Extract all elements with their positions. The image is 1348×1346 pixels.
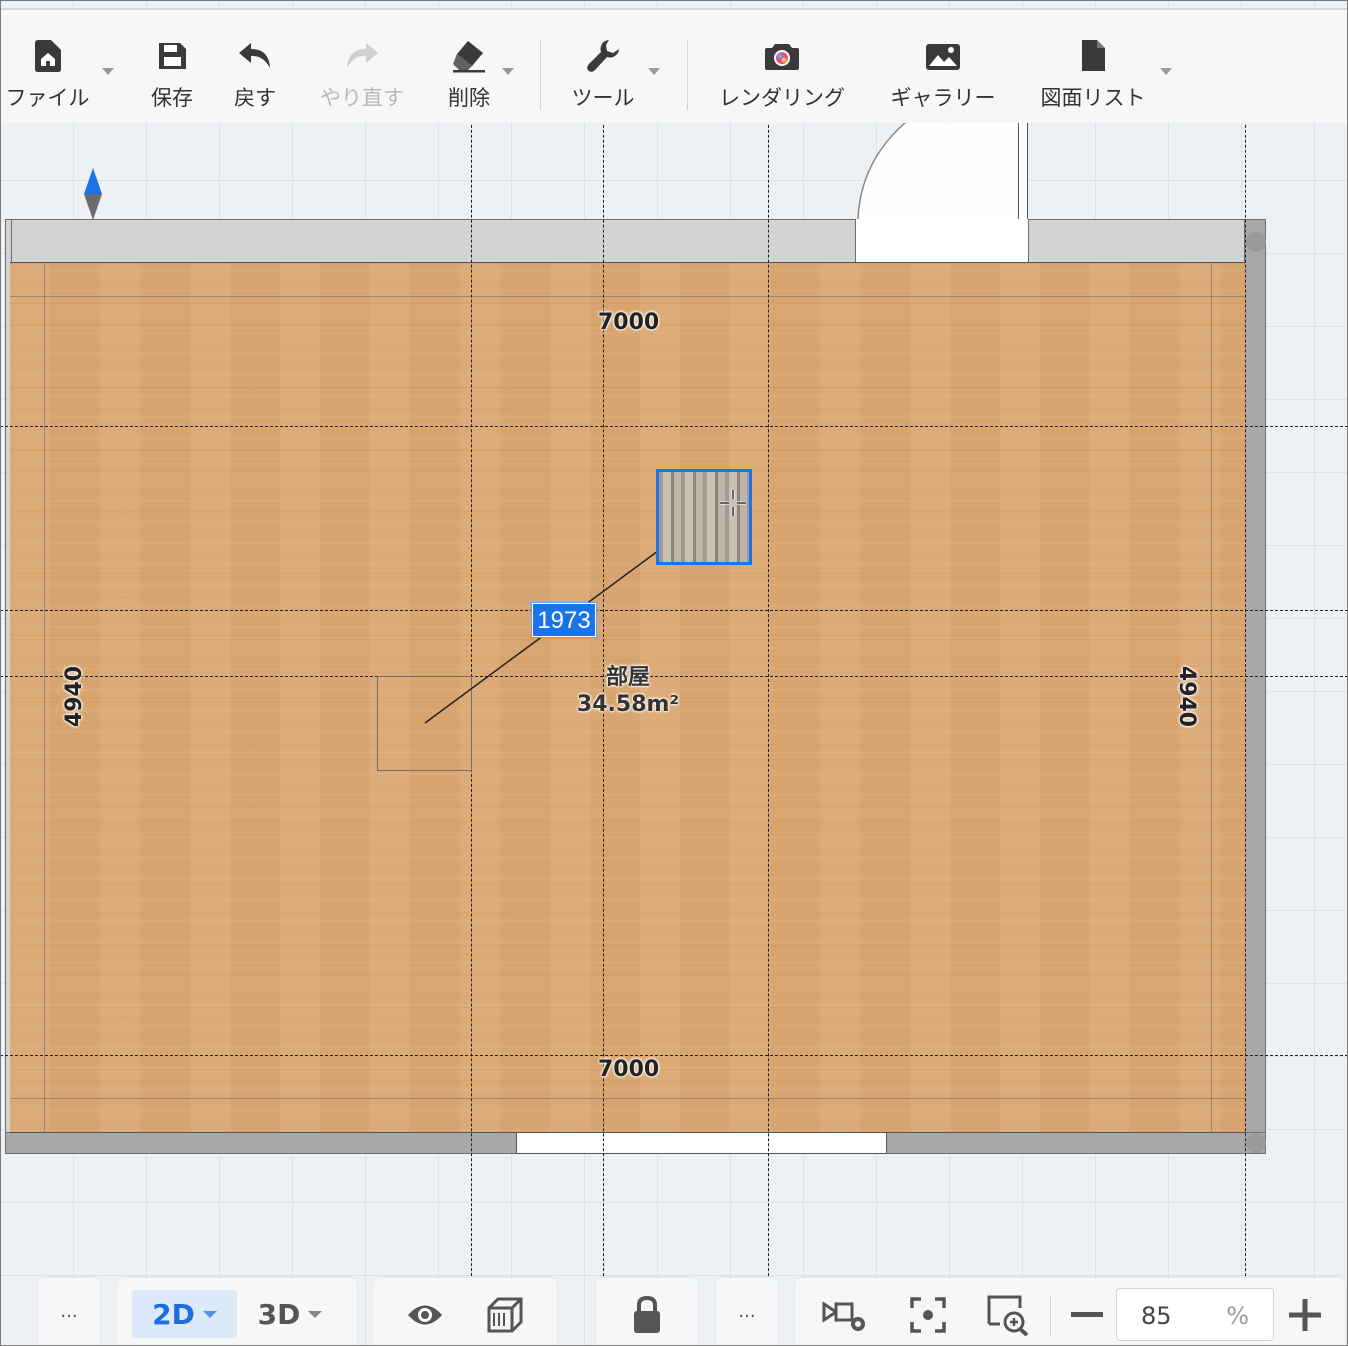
file-caret-icon[interactable] xyxy=(102,68,114,75)
more-options-button-2[interactable]: ··· xyxy=(716,1296,778,1336)
focus-button[interactable] xyxy=(903,1292,953,1338)
gallery-label: ギャラリー xyxy=(890,86,996,110)
delete-label: 削除 xyxy=(448,86,490,110)
file-label: ファイル xyxy=(5,86,90,110)
eraser-icon xyxy=(451,36,487,76)
main-toolbar: ファイル 保存 戻す やり直す 削除 ツール レンダリング ギャラリー 図面リス… xyxy=(0,10,1348,123)
tools-menu-button[interactable]: ツール xyxy=(562,10,644,123)
camera-settings-icon xyxy=(822,1301,865,1331)
drawing-list-label: 図面リスト xyxy=(1040,86,1146,110)
top-divider xyxy=(0,8,1348,10)
undo-label: 戻す xyxy=(234,86,276,110)
rendering-button[interactable]: レンダリング xyxy=(712,10,852,123)
zoom-out-button[interactable] xyxy=(1064,1292,1110,1338)
zoom-value: 85 xyxy=(1141,1302,1172,1330)
drawing-list-button[interactable]: 図面リスト xyxy=(1034,10,1152,123)
visibility-button[interactable] xyxy=(400,1292,450,1338)
delete-caret-icon[interactable] xyxy=(502,68,514,75)
camera-icon xyxy=(763,36,801,76)
compass-icon[interactable] xyxy=(82,166,104,222)
drawing-list-caret-icon[interactable] xyxy=(1160,68,1172,75)
save-icon xyxy=(156,36,188,76)
redo-button[interactable]: やり直す xyxy=(310,10,414,123)
undo-button[interactable]: 戻す xyxy=(222,10,288,123)
minus-icon xyxy=(1071,1312,1103,1317)
redo-icon xyxy=(344,36,380,76)
chevron-down-icon xyxy=(308,1310,323,1318)
undo-icon xyxy=(237,36,273,76)
move-cursor-icon xyxy=(720,490,746,516)
eye-icon xyxy=(408,1305,442,1325)
plus-icon xyxy=(1289,1299,1321,1331)
zoom-level-input[interactable]: 85 % xyxy=(1116,1288,1274,1341)
chevron-down-icon xyxy=(202,1310,217,1318)
toolbar-separator xyxy=(540,40,541,110)
floorplan-canvas[interactable]: 7000 7000 4940 4940 部屋 34.58m² 1973 xyxy=(0,0,1348,1346)
file-menu-button[interactable]: ファイル xyxy=(0,10,95,123)
redo-label: やり直す xyxy=(320,86,404,110)
gallery-button[interactable]: ギャラリー xyxy=(884,10,1002,123)
wrench-icon xyxy=(585,36,621,76)
zoom-fit-icon xyxy=(987,1295,1029,1336)
zoom-in-button[interactable] xyxy=(1282,1292,1328,1338)
lock-button[interactable] xyxy=(622,1290,672,1340)
zoom-unit: % xyxy=(1226,1302,1249,1330)
delete-button[interactable]: 削除 xyxy=(436,10,502,123)
move-path-line xyxy=(424,516,705,724)
lock-icon xyxy=(634,1295,660,1333)
toolbar-separator xyxy=(687,40,688,110)
gallery-icon xyxy=(924,36,962,76)
move-distance-input[interactable]: 1973 xyxy=(532,603,596,637)
cube-icon xyxy=(487,1297,523,1333)
tools-label: ツール xyxy=(571,86,635,110)
home-icon xyxy=(33,36,63,76)
view-3d-label: 3D xyxy=(257,1297,301,1331)
view-3d-button[interactable]: 3D xyxy=(250,1290,330,1338)
document-icon xyxy=(1078,36,1108,76)
save-button[interactable]: 保存 xyxy=(138,10,206,123)
rendering-label: レンダリング xyxy=(719,86,845,110)
view-2d-button[interactable]: 2D xyxy=(132,1290,237,1338)
zoom-separator xyxy=(1050,1296,1051,1336)
3d-objects-button[interactable] xyxy=(480,1290,530,1340)
zoom-to-fit-button[interactable] xyxy=(983,1292,1033,1338)
tools-caret-icon[interactable] xyxy=(648,68,660,75)
save-label: 保存 xyxy=(151,86,193,110)
camera-settings-button[interactable] xyxy=(820,1292,870,1338)
more-options-button[interactable]: ··· xyxy=(38,1296,100,1336)
focus-icon xyxy=(910,1297,946,1333)
view-2d-label: 2D xyxy=(152,1297,195,1331)
